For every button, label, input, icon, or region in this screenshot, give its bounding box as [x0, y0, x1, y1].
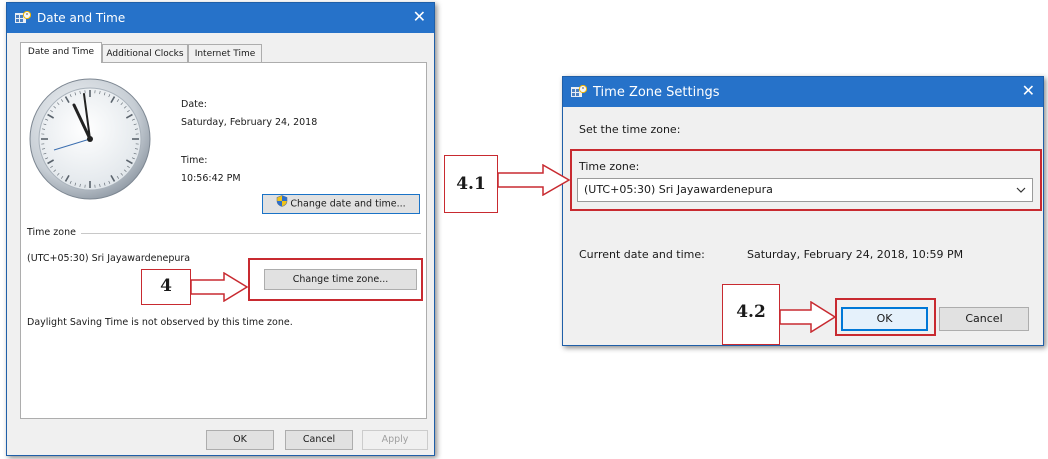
tab-internet-time[interactable]: Internet Time — [188, 44, 262, 62]
title-bar[interactable]: Date and Time ✕ — [7, 3, 434, 33]
current-datetime-label: Current date and time: — [579, 248, 705, 261]
tab-additional-clocks[interactable]: Additional Clocks — [102, 44, 188, 62]
ok-button[interactable]: OK — [206, 430, 274, 450]
tab-date-and-time[interactable]: Date and Time — [20, 42, 102, 63]
title-bar-2[interactable]: Time Zone Settings ✕ — [563, 77, 1043, 107]
arrow-step-4-1 — [497, 164, 571, 196]
time-label: Time: — [181, 155, 208, 166]
cancel-button-2[interactable]: Cancel — [939, 307, 1029, 331]
dialog-title-2: Time Zone Settings — [593, 85, 720, 100]
timezone-value: (UTC+05:30) Sri Jayawardenepura — [27, 253, 191, 264]
change-date-and-time-button[interactable]: Change date and time... — [262, 194, 420, 214]
date-time-control-panel-icon — [15, 11, 31, 23]
timezone-divider — [81, 233, 421, 234]
highlight-time-zone-dropdown — [570, 149, 1042, 211]
change-date-and-time-label: Change date and time... — [290, 198, 406, 210]
callout-step-4: 4 — [141, 269, 191, 305]
date-value: Saturday, February 24, 2018 — [181, 117, 318, 128]
tab-panel: Date: Saturday, February 24, 2018 Time: … — [20, 62, 427, 419]
time-value: 10:56:42 PM — [181, 173, 241, 184]
callout-step-4-1: 4.1 — [444, 155, 498, 213]
close-icon[interactable]: ✕ — [413, 8, 426, 26]
current-datetime-value: Saturday, February 24, 2018, 10:59 PM — [747, 248, 964, 261]
cancel-button[interactable]: Cancel — [285, 430, 353, 450]
date-time-control-panel-icon — [571, 85, 587, 97]
analog-clock — [29, 78, 151, 200]
arrow-step-4-2 — [779, 301, 837, 333]
dst-info-text: Daylight Saving Time is not observed by … — [27, 317, 293, 328]
arrow-step-4 — [190, 272, 249, 302]
dialog-title: Date and Time — [37, 11, 126, 25]
highlight-change-time-zone — [248, 258, 423, 301]
date-label: Date: — [181, 99, 207, 110]
callout-step-4-2: 4.2 — [722, 284, 780, 345]
date-and-time-dialog: Date and Time ✕ Date and Time Additional… — [6, 2, 435, 456]
uac-shield-icon — [276, 195, 288, 213]
set-timezone-instruction: Set the time zone: — [579, 123, 681, 136]
timezone-heading: Time zone — [27, 227, 76, 238]
close-icon[interactable]: ✕ — [1022, 82, 1035, 100]
highlight-ok-button — [835, 298, 936, 336]
apply-button[interactable]: Apply — [362, 430, 428, 450]
